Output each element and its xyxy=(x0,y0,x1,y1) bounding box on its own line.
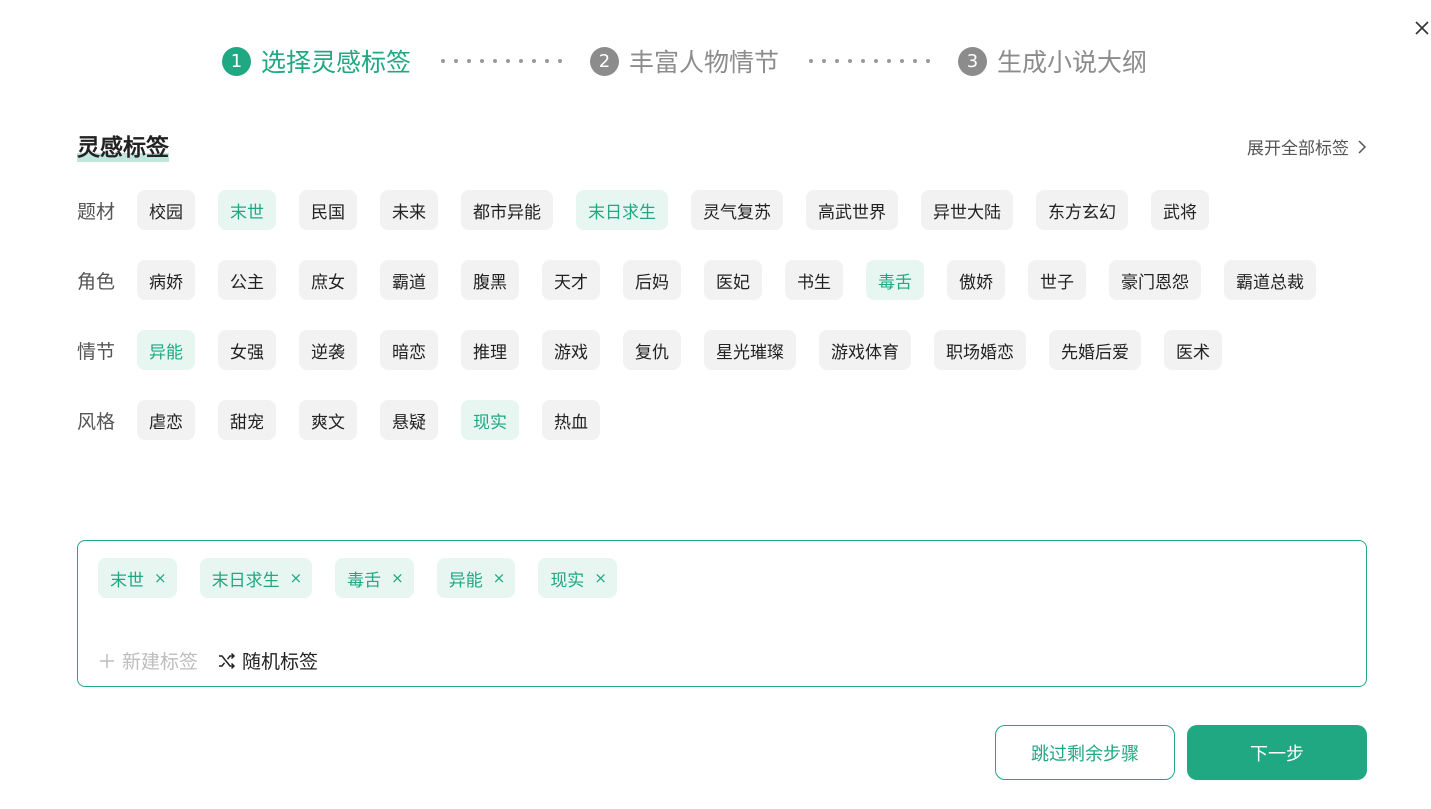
step-1: 1 选择灵感标签 xyxy=(222,43,411,79)
tag-chip[interactable]: 武将 xyxy=(1151,190,1209,230)
remove-tag-icon[interactable]: × xyxy=(290,569,303,587)
tag-chip[interactable]: 复仇 xyxy=(623,330,681,370)
tag-chip[interactable]: 推理 xyxy=(461,330,519,370)
tag-chip[interactable]: 医妃 xyxy=(704,260,762,300)
step-3-label: 生成小说大纲 xyxy=(997,48,1148,77)
tag-chip[interactable]: 甜宠 xyxy=(218,400,276,440)
tag-row-role: 角色 病娇 公主 庶女 霸道 腹黑 天才 后妈 医妃 书生 毒舌 傲娇 世子 豪门恩怨 霸道总裁 xyxy=(77,260,1316,300)
selected-tag-chip: 现实 × xyxy=(538,558,617,598)
tag-chip[interactable]: 世子 xyxy=(1028,260,1086,300)
tag-row-plot: 情节 异能 女强 逆袭 暗恋 推理 游戏 复仇 星光璀璨 游戏体育 职场婚恋 先婚后爱 医术 xyxy=(77,330,1222,370)
selected-tag-label: 现实 xyxy=(550,570,585,591)
tag-chip[interactable]: 腹黑 xyxy=(461,260,519,300)
tag-chip[interactable]: 异能 xyxy=(137,330,195,370)
selected-tag-chip: 末世 × xyxy=(98,558,177,598)
tag-row-theme: 题材 校园 末世 民国 未来 都市异能 末日求生 灵气复苏 高武世界 异世大陆 东方玄幻 武将 xyxy=(77,190,1209,230)
tag-chip[interactable]: 虐恋 xyxy=(137,400,195,440)
step-connector xyxy=(441,59,563,63)
tag-chip[interactable]: 悬疑 xyxy=(380,400,438,440)
tag-chip[interactable]: 职场婚恋 xyxy=(934,330,1026,370)
tag-chip[interactable]: 病娇 xyxy=(137,260,195,300)
tag-chip[interactable]: 毒舌 xyxy=(866,260,924,300)
tag-chip[interactable]: 高武世界 xyxy=(806,190,898,230)
tag-chip[interactable]: 东方玄幻 xyxy=(1036,190,1128,230)
remove-tag-icon[interactable]: × xyxy=(493,569,506,587)
tag-chip[interactable]: 校园 xyxy=(137,190,195,230)
random-tag-button[interactable]: 随机标签 xyxy=(218,647,318,674)
tag-chip[interactable]: 游戏 xyxy=(542,330,600,370)
tag-chip[interactable]: 未来 xyxy=(380,190,438,230)
row-label: 情节 xyxy=(77,340,116,363)
tag-chip[interactable]: 末世 xyxy=(218,190,276,230)
step-connector xyxy=(809,59,931,63)
plus-icon xyxy=(100,653,114,668)
tag-chip[interactable]: 天才 xyxy=(542,260,600,300)
next-step-button[interactable]: 下一步 xyxy=(1187,725,1367,780)
tag-chip[interactable]: 都市异能 xyxy=(461,190,553,230)
shuffle-icon xyxy=(219,652,236,669)
selected-tag-chips: 末世 × 末日求生 × 毒舌 × 异能 × 现实 × xyxy=(98,558,617,598)
selected-tag-chip: 末日求生 × xyxy=(199,558,313,598)
selected-tag-label: 末世 xyxy=(110,570,144,591)
expand-all-tags-link[interactable]: 展开全部标签 xyxy=(1247,134,1367,159)
new-tag-label: 新建标签 xyxy=(122,651,199,673)
tag-chip[interactable]: 暗恋 xyxy=(380,330,438,370)
tag-chip[interactable]: 公主 xyxy=(218,260,276,300)
selected-tag-chip: 异能 × xyxy=(436,558,516,598)
tag-list: 异能 女强 逆袭 暗恋 推理 游戏 复仇 星光璀璨 游戏体育 职场婚恋 先婚后爱 医术 xyxy=(137,330,1222,370)
selected-tag-chip: 毒舌 × xyxy=(335,558,414,598)
selected-tag-label: 毒舌 xyxy=(347,570,382,591)
tag-chip[interactable]: 豪门恩怨 xyxy=(1109,260,1201,300)
step-3: 3 生成小说大纲 xyxy=(958,43,1147,79)
tag-list: 病娇 公主 庶女 霸道 腹黑 天才 后妈 医妃 书生 毒舌 傲娇 世子 豪门恩怨 霸道总裁 xyxy=(137,260,1316,300)
tag-chip[interactable]: 民国 xyxy=(299,190,357,230)
step-1-number: 1 xyxy=(222,46,251,76)
close-icon[interactable] xyxy=(1410,16,1431,40)
tag-chip[interactable]: 傲娇 xyxy=(947,260,1005,300)
tag-chip[interactable]: 霸道总裁 xyxy=(1224,260,1316,300)
step-1-label: 选择灵感标签 xyxy=(261,48,412,77)
tag-list: 校园 末世 民国 未来 都市异能 末日求生 灵气复苏 高武世界 异世大陆 东方玄幻 武将 xyxy=(137,190,1209,230)
tag-chip[interactable]: 庶女 xyxy=(299,260,357,300)
step-indicator: 1 选择灵感标签 2 丰富人物情节 3 生成小说大纲 xyxy=(222,44,1147,78)
tag-row-style: 风格 虐恋 甜宠 爽文 悬疑 现实 热血 xyxy=(77,400,600,440)
tag-chip[interactable]: 霸道 xyxy=(380,260,438,300)
tag-chip[interactable]: 末日求生 xyxy=(576,190,668,230)
remove-tag-icon[interactable]: × xyxy=(154,569,167,587)
step-2-label: 丰富人物情节 xyxy=(629,48,780,77)
random-tag-label: 随机标签 xyxy=(242,651,319,673)
tag-chip[interactable]: 异世大陆 xyxy=(921,190,1013,230)
step-3-number: 3 xyxy=(958,46,988,76)
tag-chip[interactable]: 先婚后爱 xyxy=(1049,330,1141,370)
new-tag-button[interactable]: 新建标签 xyxy=(98,647,198,674)
tag-chip[interactable]: 书生 xyxy=(785,260,843,300)
selected-tag-label: 异能 xyxy=(448,570,483,591)
skip-remaining-steps-button[interactable]: 跳过剩余步骤 xyxy=(995,725,1175,780)
tag-chip[interactable]: 医术 xyxy=(1164,330,1222,370)
selected-tags-box: 末世 × 末日求生 × 毒舌 × 异能 × 现实 × 新建标签 随机标签 xyxy=(77,540,1367,687)
tag-chip[interactable]: 游戏体育 xyxy=(819,330,911,370)
tag-list: 虐恋 甜宠 爽文 悬疑 现实 热血 xyxy=(137,400,600,440)
row-label: 题材 xyxy=(77,200,116,223)
tag-chip[interactable]: 爽文 xyxy=(299,400,357,440)
remove-tag-icon[interactable]: × xyxy=(391,569,404,587)
step-2: 2 丰富人物情节 xyxy=(590,43,779,79)
section-title: 灵感标签 xyxy=(77,128,169,162)
tag-chip[interactable]: 现实 xyxy=(461,400,519,440)
row-label: 风格 xyxy=(77,410,116,433)
tag-chip[interactable]: 女强 xyxy=(218,330,276,370)
tag-chip[interactable]: 后妈 xyxy=(623,260,681,300)
chevron-right-icon xyxy=(1358,139,1367,154)
tag-chip[interactable]: 热血 xyxy=(542,400,600,440)
tag-chip[interactable]: 逆袭 xyxy=(299,330,357,370)
tag-actions: 新建标签 随机标签 xyxy=(98,647,318,674)
row-label: 角色 xyxy=(77,270,116,293)
step-2-number: 2 xyxy=(590,46,620,76)
expand-all-tags-label: 展开全部标签 xyxy=(1247,139,1349,159)
tag-chip[interactable]: 灵气复苏 xyxy=(691,190,783,230)
remove-tag-icon[interactable]: × xyxy=(594,569,607,587)
tag-chip[interactable]: 星光璀璨 xyxy=(704,330,796,370)
selected-tag-label: 末日求生 xyxy=(211,570,280,591)
